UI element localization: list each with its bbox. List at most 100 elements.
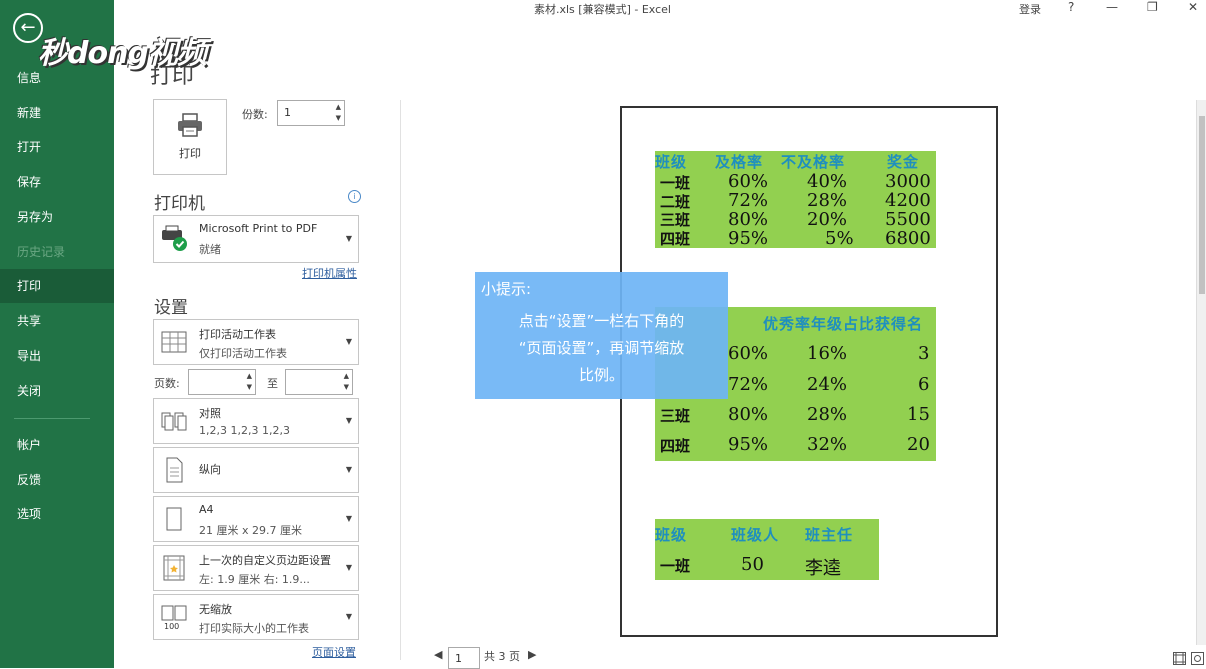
print-button[interactable]: 打印 (153, 99, 227, 175)
margins-value: 上一次的自定义页边距设置 (199, 554, 331, 567)
sidebar-item-feedback[interactable]: 反馈 (0, 463, 114, 497)
worksheet-icon (161, 331, 187, 353)
printer-name: Microsoft Print to PDF (199, 222, 318, 235)
page-total: 共 3 页 (484, 650, 520, 663)
paper-size-value: A4 (199, 503, 214, 516)
paper-size-dropdown[interactable]: A4 21 厘米 x 29.7 厘米 ▼ (153, 496, 359, 542)
sidebar-item-history: 历史记录 (17, 245, 66, 259)
paper-size-desc: 21 厘米 x 29.7 厘米 (199, 524, 302, 537)
margins-dropdown[interactable]: 上一次的自定义页边距设置 左: 1.9 厘米 右: 1.9... ▼ (153, 545, 359, 591)
copies-label: 份数: (242, 108, 268, 121)
table-cell: 四班 (660, 230, 691, 248)
orientation-dropdown[interactable]: 纵向 ▼ (153, 447, 359, 493)
margins-icon (163, 555, 185, 581)
next-page-icon[interactable]: ▶ (528, 648, 536, 661)
close-icon[interactable]: ✕ (1188, 0, 1198, 14)
tip-line: 比例。 (578, 366, 624, 384)
table-cell: 一班 (660, 174, 691, 192)
chevron-down-icon: ▼ (345, 234, 352, 243)
spin-up-icon[interactable]: ▲ (344, 372, 349, 380)
spin-up-icon[interactable]: ▲ (336, 103, 341, 111)
table-cell: 28% (807, 404, 848, 425)
sidebar-item-new[interactable]: 新建 (0, 96, 114, 130)
table-cell: 60% (728, 343, 769, 364)
page-number-input[interactable]: 1 (448, 647, 480, 669)
pages-to-input[interactable]: ▲ ▼ (285, 369, 353, 395)
print-what-dropdown[interactable]: 打印活动工作表 仅打印活动工作表 ▼ (153, 319, 359, 365)
table-cell: 50 (741, 554, 764, 575)
chevron-down-icon: ▼ (345, 563, 352, 572)
table-cell: 3000 (885, 171, 931, 192)
table-cell: 72% (728, 190, 769, 211)
sidebar-item-account[interactable]: 帐户 (0, 428, 114, 462)
chevron-down-icon: ▼ (345, 416, 352, 425)
table-cell: 5% (825, 228, 854, 249)
table-cell: 20 (907, 434, 930, 455)
copies-value: 1 (284, 106, 291, 119)
restore-icon[interactable]: ❐ (1147, 0, 1158, 14)
table-header: 班主任 (805, 526, 854, 544)
table-cell: 6 (918, 374, 930, 395)
orientation-value: 纵向 (199, 463, 221, 476)
info-icon[interactable]: i (348, 190, 361, 203)
table-cell: 95% (728, 434, 769, 455)
chevron-down-icon: ▼ (345, 337, 352, 346)
copies-input[interactable]: 1 ▲ ▼ (277, 100, 345, 126)
sidebar-item-options[interactable]: 选项 (0, 497, 114, 531)
table-cell: 李逵 (805, 558, 841, 579)
tip-title: 小提示: (481, 280, 532, 298)
print-what-desc: 仅打印活动工作表 (199, 347, 287, 360)
spin-down-icon[interactable]: ▼ (336, 114, 341, 122)
show-margins-icon[interactable] (1173, 652, 1186, 665)
collate-value: 对照 (199, 407, 221, 420)
scaling-desc: 打印实际大小的工作表 (199, 622, 309, 635)
video-watermark: 秒dong视频 (38, 36, 207, 71)
table-cell: 5500 (885, 209, 931, 230)
tip-overlay: 小提示: 点击“设置”一栏右下角的 “页面设置”，再调节缩放 比例。 (475, 272, 728, 399)
settings-section-title: 设置 (154, 298, 188, 318)
pages-from-input[interactable]: ▲ ▼ (188, 369, 256, 395)
scrollbar-thumb[interactable] (1199, 116, 1205, 294)
table-cell: 95% (728, 228, 769, 249)
spin-down-icon[interactable]: ▼ (247, 383, 252, 391)
table-header: 及格率 (715, 153, 764, 171)
margins-desc: 左: 1.9 厘米 右: 1.9... (199, 573, 310, 586)
printer-dropdown[interactable]: Microsoft Print to PDF 就绪 ▼ (153, 215, 359, 263)
table-cell: 四班 (660, 437, 691, 455)
spin-down-icon[interactable]: ▼ (344, 383, 349, 391)
scaling-dropdown[interactable]: 100 无缩放 打印实际大小的工作表 ▼ (153, 594, 359, 640)
table-cell: 6800 (885, 228, 931, 249)
sidebar-item-save-as[interactable]: 另存为 (0, 200, 114, 234)
print-button-label: 打印 (179, 147, 201, 160)
window-title: 素材.xls [兼容模式] - Excel (534, 3, 671, 16)
collate-dropdown[interactable]: 对照 1,2,3 1,2,3 1,2,3 ▼ (153, 398, 359, 444)
table-cell: 32% (807, 434, 848, 455)
printer-properties-link[interactable]: 打印机属性 (302, 265, 357, 281)
page-setup-link[interactable]: 页面设置 (312, 644, 356, 660)
pages-to-label: 至 (267, 377, 278, 390)
sidebar-item-share[interactable]: 共享 (0, 304, 114, 338)
tip-body: 点击“设置”一栏右下角的 “页面设置”，再调节缩放 比例。 (475, 308, 728, 389)
table-header: 奖金 (887, 153, 920, 171)
sidebar-item-close[interactable]: 关闭 (0, 374, 114, 408)
title-bar: 素材.xls [兼容模式] - Excel 登录 ? — ❐ ✕ (114, 0, 1206, 18)
sidebar-item-save[interactable]: 保存 (0, 165, 114, 199)
minimize-icon[interactable]: — (1106, 0, 1118, 14)
printer-ready-icon (162, 225, 187, 251)
sidebar-item-open[interactable]: 打开 (0, 130, 114, 164)
prev-page-icon[interactable]: ◀ (434, 648, 442, 661)
table-cell: 三班 (660, 211, 691, 229)
login-link[interactable]: 登录 (1019, 1, 1041, 17)
table-cell: 24% (807, 374, 848, 395)
table-header: 不及格率 (781, 153, 846, 171)
table-cell: 3 (918, 343, 930, 364)
preview-scrollbar[interactable] (1196, 100, 1206, 645)
zoom-to-page-icon[interactable] (1191, 652, 1204, 665)
help-icon[interactable]: ? (1068, 0, 1074, 14)
sidebar-item-export[interactable]: 导出 (0, 339, 114, 373)
sidebar-item-print[interactable]: 打印 (0, 269, 114, 303)
table-cell: 60% (728, 171, 769, 192)
chevron-down-icon: ▼ (345, 465, 352, 474)
table-cell: 72% (728, 374, 769, 395)
spin-up-icon[interactable]: ▲ (247, 372, 252, 380)
